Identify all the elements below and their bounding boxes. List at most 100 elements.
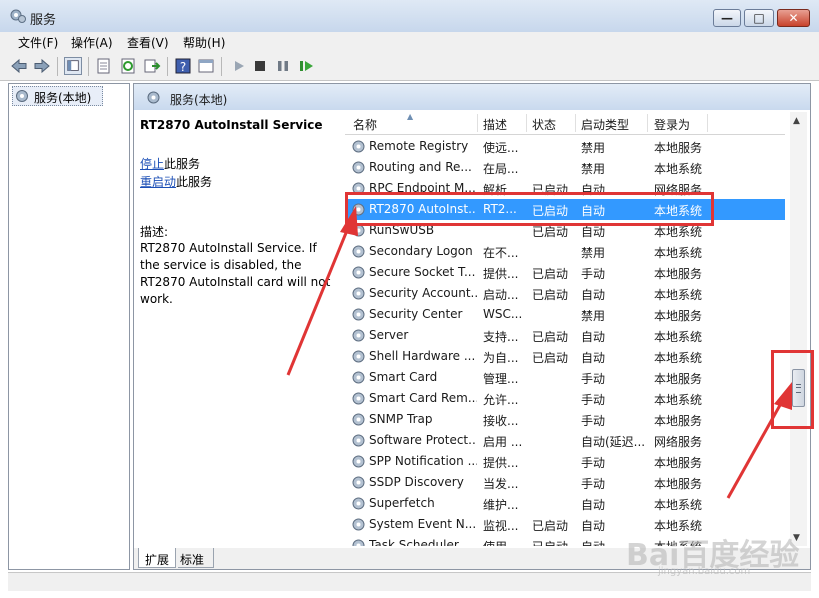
cell-startup-type: 手动 xyxy=(581,267,606,281)
column-header-name[interactable]: 名称 xyxy=(353,116,377,133)
cell-status: 已启动 xyxy=(532,351,569,365)
pause-service-icon[interactable] xyxy=(274,57,292,75)
help-icon[interactable]: ? xyxy=(174,57,192,75)
menu-view[interactable]: 查看(V) xyxy=(127,34,169,51)
back-arrow-icon[interactable] xyxy=(10,57,28,75)
baidu-watermark-url: jingyan.baidu.com xyxy=(658,566,751,577)
table-row[interactable]: Routing and Re... 在局... 禁用 本地系统 xyxy=(345,157,785,178)
cell-status: 已启动 xyxy=(532,519,569,533)
table-row[interactable]: Secondary Logon 在不... 禁用 本地系统 xyxy=(345,241,785,262)
stop-suffix: 此服务 xyxy=(164,157,201,171)
table-row[interactable]: Remote Registry 使远... 禁用 本地服务 xyxy=(345,136,785,157)
vertical-scrollbar[interactable]: ▲ ▼ xyxy=(790,112,807,546)
cell-startup-type: 手动 xyxy=(581,456,606,470)
tab-extended[interactable]: 扩展 xyxy=(138,548,176,568)
column-header-startup-type[interactable]: 启动类型 xyxy=(581,116,629,133)
cell-description: WSC... xyxy=(483,307,523,321)
table-row[interactable]: Shell Hardware ... 为自... 已启动 自动 本地系统 xyxy=(345,346,785,367)
cell-name: Remote Registry xyxy=(369,139,469,153)
menu-help[interactable]: 帮助(H) xyxy=(183,34,225,51)
console-tree-icon[interactable] xyxy=(64,57,82,75)
cell-name: Smart Card xyxy=(369,370,438,384)
cell-name: SNMP Trap xyxy=(369,412,433,426)
title-bar[interactable] xyxy=(0,0,819,32)
column-header-log-on-as[interactable]: 登录为 xyxy=(654,116,690,133)
cell-log-on-as: 网络服务 xyxy=(654,435,703,449)
table-row[interactable]: Smart Card Rem... 允许... 手动 本地系统 xyxy=(345,388,785,409)
table-row[interactable]: Security Center WSC... 禁用 本地服务 xyxy=(345,304,785,325)
cell-description: 使用... xyxy=(483,538,525,546)
table-row[interactable]: SPP Notification ... 提供... 手动 本地服务 xyxy=(345,451,785,472)
service-gear-icon xyxy=(352,308,365,321)
service-gear-icon xyxy=(352,329,365,342)
cell-description: 支持... xyxy=(483,330,519,344)
cell-log-on-as: 本地系统 xyxy=(654,162,703,176)
cell-description: 在局... xyxy=(483,162,519,176)
description-text: RT2870 AutoInstall Service. If the servi… xyxy=(140,241,331,306)
service-gear-icon xyxy=(352,350,365,363)
service-gear-icon xyxy=(352,140,365,153)
console-tree[interactable]: 服务(本地) xyxy=(8,83,130,570)
service-gear-icon xyxy=(352,518,365,531)
pane-header-title: 服务(本地) xyxy=(170,93,228,107)
column-header-description[interactable]: 描述 xyxy=(483,116,507,133)
cell-log-on-as: 本地服务 xyxy=(654,477,703,491)
restart-service-icon[interactable] xyxy=(297,57,315,75)
export-list-icon[interactable] xyxy=(143,57,161,75)
restart-service-link[interactable]: 重启动 xyxy=(140,175,176,189)
properties-icon[interactable] xyxy=(95,57,113,75)
table-row[interactable]: Server 支持... 已启动 自动 本地系统 xyxy=(345,325,785,346)
cell-log-on-as: 本地服务 xyxy=(654,267,703,281)
tree-item-services-local[interactable]: 服务(本地) xyxy=(12,86,103,106)
cell-name: Smart Card Rem... xyxy=(369,391,477,405)
close-button[interactable]: ✕ xyxy=(777,9,810,27)
column-header-status[interactable]: 状态 xyxy=(532,116,556,133)
table-row[interactable]: SNMP Trap 接收... 手动 本地服务 xyxy=(345,409,785,430)
tab-standard[interactable]: 标准 xyxy=(178,548,214,568)
refresh-icon[interactable] xyxy=(119,57,137,75)
forward-arrow-icon[interactable] xyxy=(33,57,51,75)
table-row[interactable]: Software Protect... 启用 ... 自动(延迟... 网络服务 xyxy=(345,430,785,451)
scroll-up-arrow-icon[interactable]: ▲ xyxy=(793,116,800,126)
selected-service-name: RT2870 AutoInstall Service xyxy=(140,118,323,132)
service-gear-icon xyxy=(352,434,365,447)
cell-log-on-as: 本地系统 xyxy=(654,330,703,344)
cell-name: SPP Notification ... xyxy=(369,454,477,468)
highlight-box-selected-service xyxy=(345,192,714,226)
cell-name: Routing and Re... xyxy=(369,160,472,174)
cell-status: 已启动 xyxy=(532,330,569,344)
service-gear-icon xyxy=(352,392,365,405)
stop-service-link[interactable]: 停止 xyxy=(140,157,164,171)
cell-startup-type: 手动 xyxy=(581,372,606,386)
menu-file[interactable]: 文件(F) xyxy=(18,34,58,51)
cell-name: Software Protect... xyxy=(369,433,477,447)
table-row[interactable]: Security Account... 启动... 已启动 自动 本地系统 xyxy=(345,283,785,304)
minimize-button[interactable]: — xyxy=(713,9,741,27)
service-gear-icon xyxy=(352,266,365,279)
cell-log-on-as: 本地系统 xyxy=(654,498,703,512)
table-row[interactable]: Secure Socket T... 提供... 已启动 手动 本地服务 xyxy=(345,262,785,283)
table-row[interactable]: Smart Card 管理... 手动 本地服务 xyxy=(345,367,785,388)
gear-icon xyxy=(147,91,160,104)
start-service-icon[interactable] xyxy=(230,57,248,75)
cell-name: Security Account... xyxy=(369,286,477,300)
services-list[interactable]: ▲ 名称 描述 状态 启动类型 登录为 Remote Registry 使远...… xyxy=(345,112,785,546)
sort-ascending-icon: ▲ xyxy=(407,112,414,121)
maximize-button[interactable]: □ xyxy=(744,9,774,27)
cell-description: 维护... xyxy=(483,498,519,512)
tree-item-label: 服务(本地) xyxy=(34,91,92,105)
cell-log-on-as: 本地系统 xyxy=(654,393,703,407)
cell-description: 监视... xyxy=(483,519,519,533)
show-hide-action-pane-icon[interactable] xyxy=(197,57,215,75)
cell-startup-type: 禁用 xyxy=(581,246,606,260)
cell-log-on-as: 本地系统 xyxy=(654,351,703,365)
cell-startup-type: 禁用 xyxy=(581,141,606,155)
stop-service-action: 停止此服务 xyxy=(140,155,200,172)
table-row[interactable]: SSDP Discovery 当发... 手动 本地服务 xyxy=(345,472,785,493)
cell-name: System Event N... xyxy=(369,517,477,531)
stop-service-icon[interactable] xyxy=(251,57,269,75)
cell-startup-type: 自动 xyxy=(581,498,606,512)
table-row[interactable]: Superfetch 维护... 自动 本地系统 xyxy=(345,493,785,514)
cell-status: 已启动 xyxy=(532,267,569,281)
menu-action[interactable]: 操作(A) xyxy=(71,34,113,51)
